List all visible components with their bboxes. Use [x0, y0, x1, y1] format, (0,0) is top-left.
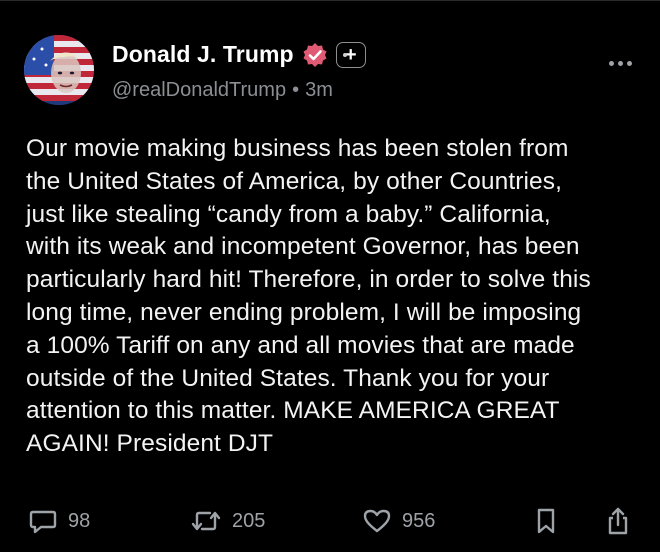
timestamp[interactable]: 3m: [305, 79, 333, 102]
bookmark-icon: [537, 508, 555, 534]
reply-count: 98: [68, 509, 91, 532]
separator-dot: •: [292, 79, 300, 101]
author-name-row: Donald J. Trump +: [112, 41, 366, 68]
plus-badge-icon: +: [335, 41, 366, 68]
heart-icon: [363, 509, 391, 533]
retruth-button[interactable]: 205: [190, 506, 265, 536]
retruth-count: 205: [232, 509, 266, 532]
handle[interactable]: @realDonaldTrump: [112, 79, 286, 102]
speech-bubble-icon: [29, 510, 57, 534]
action-bar: 98 205 956: [0, 506, 660, 542]
more-options-icon[interactable]: [609, 61, 632, 66]
repost-arrows-icon: [191, 511, 221, 531]
like-button[interactable]: 956: [362, 506, 435, 536]
reply-button[interactable]: 98: [28, 506, 90, 536]
post-card: Donald J. Trump + @realDonaldTrump • 3m …: [0, 0, 660, 552]
verified-badge-icon: [302, 42, 328, 68]
post-text: Our movie making business has been stole…: [26, 135, 591, 458]
handle-row: @realDonaldTrump • 3m: [112, 79, 333, 102]
display-name[interactable]: Donald J. Trump: [112, 41, 294, 68]
avatar-image: [24, 35, 94, 105]
bookmark-button[interactable]: [532, 506, 560, 536]
like-count: 956: [402, 509, 436, 532]
share-icon: [608, 507, 628, 535]
share-button[interactable]: [604, 506, 632, 536]
avatar[interactable]: [24, 35, 94, 105]
